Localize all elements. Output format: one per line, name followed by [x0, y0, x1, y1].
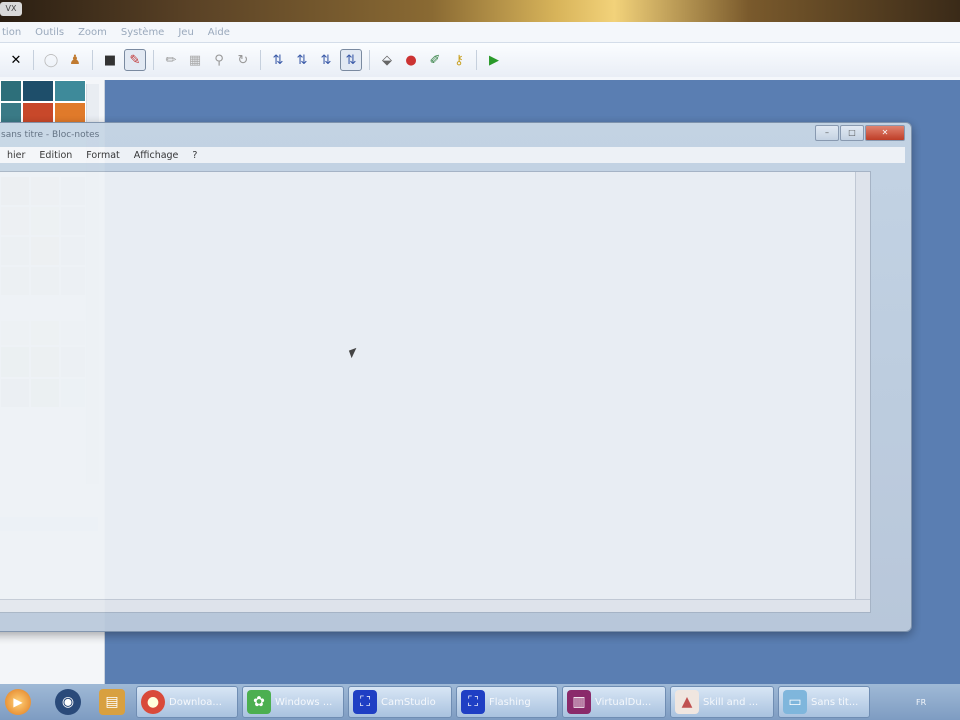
user-icon[interactable]: ♟	[65, 50, 85, 70]
start-orb-icon: ▶	[5, 689, 31, 715]
start-button[interactable]: ▶	[0, 685, 36, 719]
pinned-app[interactable]: ◉	[48, 686, 88, 718]
menu-item-format[interactable]: Format	[86, 150, 119, 161]
tile[interactable]	[54, 102, 86, 124]
tile[interactable]	[0, 102, 22, 124]
language-indicator[interactable]: FR	[916, 698, 926, 707]
notepad-text-area[interactable]	[0, 171, 871, 613]
taskbar-label: CamStudio	[381, 696, 436, 708]
menu-item-zoom[interactable]: Zoom	[78, 27, 107, 38]
tile[interactable]	[54, 80, 86, 102]
editor-toolbar: ✕ ◯ ♟ ■ ✎ ✏ ▦ ⚲ ↻ ⇅ ⇅ ⇅ ⇅ ⬙ ● ✐ ⚷ ▶	[0, 42, 960, 77]
key-icon[interactable]: ⚷	[449, 50, 469, 70]
pinned-app[interactable]: ▤	[92, 686, 132, 718]
pencil-icon[interactable]: ✏	[161, 50, 181, 70]
taskbar-item-skill[interactable]: ▲ Skill and ...	[670, 686, 774, 718]
map-editor-window: tion Outils Zoom Système Jeu Aide ✕ ◯ ♟ …	[0, 22, 960, 81]
grid-icon[interactable]: ▦	[185, 50, 205, 70]
desktop-wallpaper-strip: VX	[0, 0, 960, 22]
windows-live-icon: ✿	[247, 690, 271, 714]
layer3-icon[interactable]: ⇅	[316, 50, 336, 70]
layer1-icon[interactable]: ⇅	[268, 50, 288, 70]
taskbar: ▶ ◉ ▤ ● Downloa... ✿ Windows ... ⛶ CamSt…	[0, 684, 960, 720]
menu-item-help[interactable]: ?	[192, 150, 197, 161]
paint-bucket-icon[interactable]: ⬙	[377, 50, 397, 70]
tile[interactable]	[22, 80, 54, 102]
close-button[interactable]: ✕	[865, 125, 905, 141]
skill-icon: ▲	[675, 690, 699, 714]
flashing-icon: ⛶	[461, 690, 485, 714]
vx-badge: VX	[0, 2, 22, 16]
taskbar-item-chrome[interactable]: ● Downloa...	[136, 686, 238, 718]
vertical-scrollbar[interactable]	[855, 172, 870, 612]
horizontal-scrollbar[interactable]	[0, 599, 870, 612]
notepad-menubar: hier Edition Format Affichage ?	[0, 147, 905, 163]
zoom-icon[interactable]: ⚲	[209, 50, 229, 70]
taskbar-item-camstudio[interactable]: ⛶ CamStudio	[348, 686, 452, 718]
maximize-button[interactable]: □	[840, 125, 864, 141]
tile[interactable]	[0, 80, 22, 102]
layer-all-icon[interactable]: ⇅	[340, 49, 362, 71]
menu-item-edition[interactable]: Edition	[39, 150, 72, 161]
folder-icon: ▤	[99, 689, 125, 715]
camstudio-icon: ⛶	[353, 690, 377, 714]
taskbar-label: VirtualDu...	[595, 696, 652, 708]
toolbar-separator	[92, 50, 93, 70]
window-controls: – □ ✕	[815, 125, 905, 141]
rotate-icon[interactable]: ↻	[233, 50, 253, 70]
close-icon[interactable]: ✕	[6, 50, 26, 70]
system-tray: FR	[910, 684, 960, 720]
film-icon[interactable]: ■	[100, 50, 120, 70]
minimize-button[interactable]: –	[815, 125, 839, 141]
menu-item-edition[interactable]: tion	[2, 27, 21, 38]
layer2-icon[interactable]: ⇅	[292, 50, 312, 70]
winrar-icon: ▥	[567, 690, 591, 714]
notepad-title: sans titre - Bloc-notes	[1, 130, 100, 140]
taskbar-label: Flashing	[489, 696, 531, 708]
taskbar-label: Windows ...	[275, 696, 333, 708]
menu-item-affichage[interactable]: Affichage	[134, 150, 179, 161]
toolbar-separator	[153, 50, 154, 70]
menu-item-fichier[interactable]: hier	[7, 150, 25, 161]
menu-item-aide[interactable]: Aide	[208, 27, 230, 38]
taskbar-label: Sans tit...	[811, 696, 859, 708]
taskbar-item-windows-live[interactable]: ✿ Windows ...	[242, 686, 344, 718]
taskbar-item-virtualdub[interactable]: ▥ VirtualDu...	[562, 686, 666, 718]
chrome-icon: ●	[141, 690, 165, 714]
tile[interactable]	[22, 102, 54, 124]
notepad-icon: ▭	[783, 690, 807, 714]
taskbar-item-flashing[interactable]: ⛶ Flashing	[456, 686, 558, 718]
notepad-window: sans titre - Bloc-notes – □ ✕ hier Editi…	[0, 122, 912, 632]
menu-item-systeme[interactable]: Système	[121, 27, 164, 38]
toolbar-separator	[476, 50, 477, 70]
menu-item-jeu[interactable]: Jeu	[178, 27, 193, 38]
toolbar-separator	[33, 50, 34, 70]
taskbar-item-notepad[interactable]: ▭ Sans tit...	[778, 686, 870, 718]
taskbar-label: Skill and ...	[703, 696, 759, 708]
camera-icon[interactable]: ✎	[124, 49, 146, 71]
play-icon[interactable]: ▶	[484, 50, 504, 70]
disc-icon[interactable]: ◯	[41, 50, 61, 70]
brush-icon[interactable]: ✐	[425, 50, 445, 70]
media-player-icon: ◉	[55, 689, 81, 715]
taskbar-label: Downloa...	[169, 696, 222, 708]
menu-item-outils[interactable]: Outils	[35, 27, 64, 38]
editor-menubar: tion Outils Zoom Système Jeu Aide	[0, 22, 960, 42]
record-icon[interactable]: ●	[401, 50, 421, 70]
toolbar-separator	[369, 50, 370, 70]
toolbar-separator	[260, 50, 261, 70]
